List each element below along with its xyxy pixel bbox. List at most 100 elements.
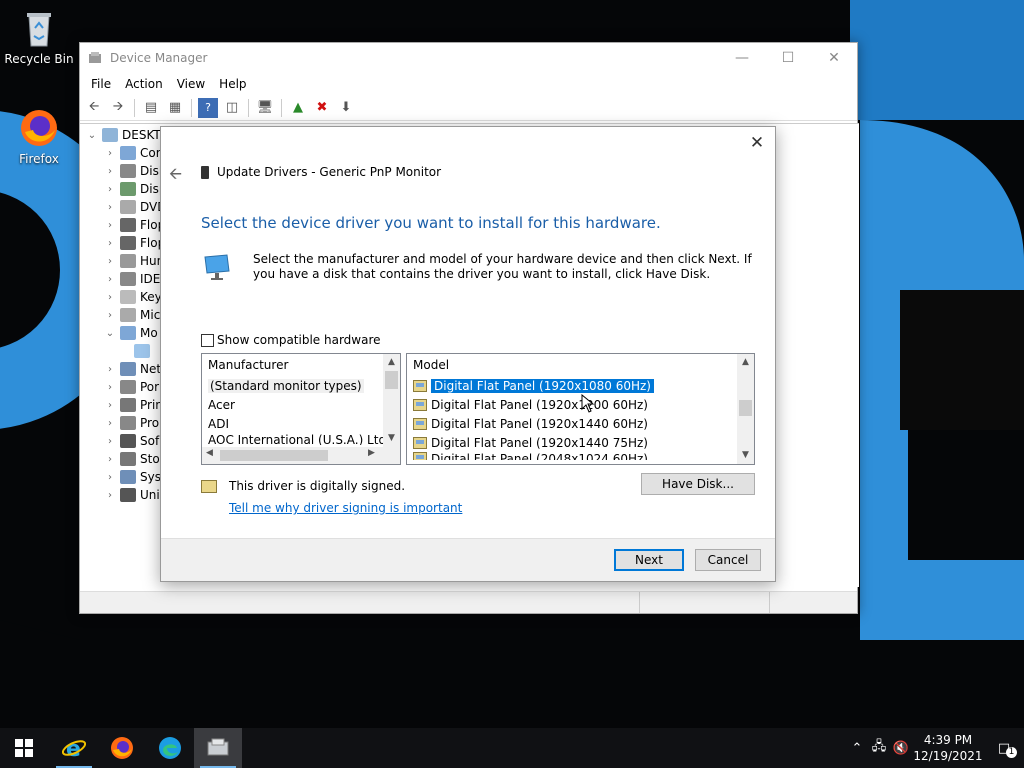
start-button[interactable] <box>0 728 48 768</box>
tree-item[interactable]: › Sof <box>104 432 159 450</box>
tree-item-monitors[interactable]: ⌄ Mo <box>104 324 158 342</box>
manufacturer-item[interactable]: ADI <box>202 414 400 433</box>
tree-item[interactable]: › Pro <box>104 414 159 432</box>
chevron-right-icon[interactable]: › <box>104 292 116 303</box>
tree-item[interactable]: › Disp <box>104 180 166 198</box>
menu-view[interactable]: View <box>170 77 212 91</box>
tree-item[interactable]: › Cor <box>104 144 161 162</box>
menu-file[interactable]: File <box>84 77 118 91</box>
tree-item[interactable]: › Disk <box>104 162 166 180</box>
chevron-right-icon[interactable]: › <box>104 436 116 447</box>
chevron-right-icon[interactable]: › <box>104 202 116 213</box>
chevron-right-icon[interactable]: › <box>104 490 116 501</box>
tree-item[interactable]: › Key <box>104 288 162 306</box>
chevron-right-icon[interactable]: › <box>104 220 116 231</box>
have-disk-button[interactable]: Have Disk... <box>641 473 755 495</box>
tree-item[interactable]: › Sto <box>104 450 160 468</box>
tree-item[interactable]: › Hun <box>104 252 164 270</box>
chevron-right-icon[interactable]: › <box>104 274 116 285</box>
manufacturer-list[interactable]: Manufacturer (Standard monitor types) Ac… <box>201 353 401 465</box>
clock[interactable]: 4:39 PM 12/19/2021 <box>912 732 984 764</box>
chevron-right-icon[interactable]: › <box>104 382 116 393</box>
tree-item[interactable]: › Uni <box>104 486 160 504</box>
back-arrow-icon[interactable]: 🡨 <box>169 163 182 190</box>
chevron-right-icon[interactable]: › <box>104 364 116 375</box>
tree-item[interactable]: › Net <box>104 360 161 378</box>
next-button[interactable]: Next <box>614 549 684 571</box>
scroll-up-icon[interactable]: ▲ <box>737 354 754 371</box>
manufacturer-item[interactable]: AOC International (U.S.A.) Ltd. <box>202 433 400 445</box>
chevron-right-icon[interactable]: › <box>104 472 116 483</box>
model-item[interactable]: Digital Flat Panel (1920x1440 75Hz) <box>407 433 754 452</box>
tree-item[interactable]: › Mic <box>104 306 160 324</box>
chevron-right-icon[interactable]: › <box>104 418 116 429</box>
chevron-up-icon[interactable]: ⌃ <box>846 741 868 756</box>
driver-signing-link[interactable]: Tell me why driver signing is important <box>229 501 462 515</box>
tree-item[interactable]: › DVD <box>104 198 166 216</box>
network-icon[interactable]: 🖧 <box>868 737 890 759</box>
help-icon[interactable]: ? <box>198 97 218 118</box>
manufacturer-item[interactable]: Acer <box>202 395 400 414</box>
tree-item[interactable]: › Flop <box>104 234 165 252</box>
scroll-down-icon[interactable]: ▼ <box>383 430 400 447</box>
menu-help[interactable]: Help <box>212 77 253 91</box>
volume-muted-icon[interactable]: 🔇 <box>890 741 912 756</box>
properties-icon[interactable]: ▦ <box>165 98 185 118</box>
scroll-thumb[interactable] <box>220 450 328 461</box>
chevron-right-icon[interactable]: › <box>104 148 116 159</box>
dialog-close-button[interactable]: ✕ <box>747 133 767 153</box>
model-item[interactable]: Digital Flat Panel (1920x1440 60Hz) <box>407 414 754 433</box>
scroll-down-icon[interactable]: ▼ <box>737 447 754 464</box>
chevron-right-icon[interactable]: › <box>104 454 116 465</box>
chevron-right-icon[interactable]: › <box>104 184 116 195</box>
chevron-right-icon[interactable]: › <box>104 310 116 321</box>
back-arrow-icon[interactable]: 🡨 <box>84 98 104 118</box>
tree-item[interactable]: › Por <box>104 378 159 396</box>
show-hide-console-tree-icon[interactable]: ▤ <box>141 98 161 118</box>
tree-item[interactable]: › Flop <box>104 216 165 234</box>
maximize-button[interactable]: ☐ <box>765 43 811 73</box>
firefox-taskbar-button[interactable] <box>98 728 146 768</box>
model-vertical-scrollbar[interactable]: ▲ ▼ <box>737 354 754 464</box>
menu-action[interactable]: Action <box>118 77 170 91</box>
tree-item[interactable]: › Prin <box>104 396 163 414</box>
scroll-left-icon[interactable]: ◀ <box>206 448 213 458</box>
chevron-right-icon[interactable]: › <box>104 166 116 177</box>
tree-item[interactable]: › IDE <box>104 270 160 288</box>
tree-item[interactable]: › Sys <box>104 468 161 486</box>
action-pane-icon[interactable]: ◫ <box>222 98 242 118</box>
chevron-right-icon[interactable]: › <box>104 238 116 249</box>
model-item-selected[interactable]: Digital Flat Panel (1920x1080 60Hz) <box>407 376 754 395</box>
manufacturer-horizontal-scrollbar[interactable]: ◀ ▶ <box>202 447 400 464</box>
checkbox-box[interactable] <box>201 333 214 347</box>
close-button[interactable]: ✕ <box>811 43 857 73</box>
show-compatible-hardware-checkbox[interactable]: Show compatible hardware <box>201 333 381 347</box>
chevron-right-icon[interactable]: › <box>104 256 116 267</box>
scroll-thumb[interactable] <box>739 400 752 416</box>
cancel-button[interactable]: Cancel <box>695 549 761 571</box>
internet-explorer-taskbar-button[interactable]: e <box>50 728 98 768</box>
manufacturer-vertical-scrollbar[interactable]: ▲ ▼ <box>383 354 400 447</box>
chevron-down-icon[interactable]: ⌄ <box>104 328 116 339</box>
chevron-down-icon[interactable]: ⌄ <box>86 130 98 141</box>
uninstall-device-icon[interactable]: ✖ <box>312 98 332 118</box>
scroll-right-icon[interactable]: ▶ <box>368 448 375 458</box>
notification-center-icon[interactable]: □ 1 <box>984 741 1024 758</box>
model-item[interactable]: Digital Flat Panel (2048x1024 60Hz) <box>407 452 754 460</box>
recycle-bin-shortcut[interactable]: Recycle Bin <box>1 8 77 66</box>
model-list[interactable]: Model Digital Flat Panel (1920x1080 60Hz… <box>406 353 755 465</box>
scroll-thumb[interactable] <box>385 371 398 389</box>
disable-device-icon[interactable]: ⬇ <box>336 98 356 118</box>
forward-arrow-icon[interactable]: 🡪 <box>108 98 128 118</box>
edge-taskbar-button[interactable] <box>146 728 194 768</box>
tree-item-generic-monitor[interactable] <box>130 342 154 360</box>
chevron-right-icon[interactable]: › <box>104 400 116 411</box>
tree-root[interactable]: ⌄ DESKTO <box>86 126 170 144</box>
manufacturer-item[interactable]: (Standard monitor types) <box>202 376 400 395</box>
firefox-shortcut[interactable]: Firefox <box>1 108 77 166</box>
minimize-button[interactable]: — <box>719 43 765 73</box>
update-driver-icon[interactable]: ▲ <box>288 98 308 118</box>
scroll-up-icon[interactable]: ▲ <box>383 354 400 371</box>
scan-hardware-icon[interactable]: 🖥 <box>255 98 275 118</box>
device-manager-taskbar-button[interactable] <box>194 728 242 768</box>
